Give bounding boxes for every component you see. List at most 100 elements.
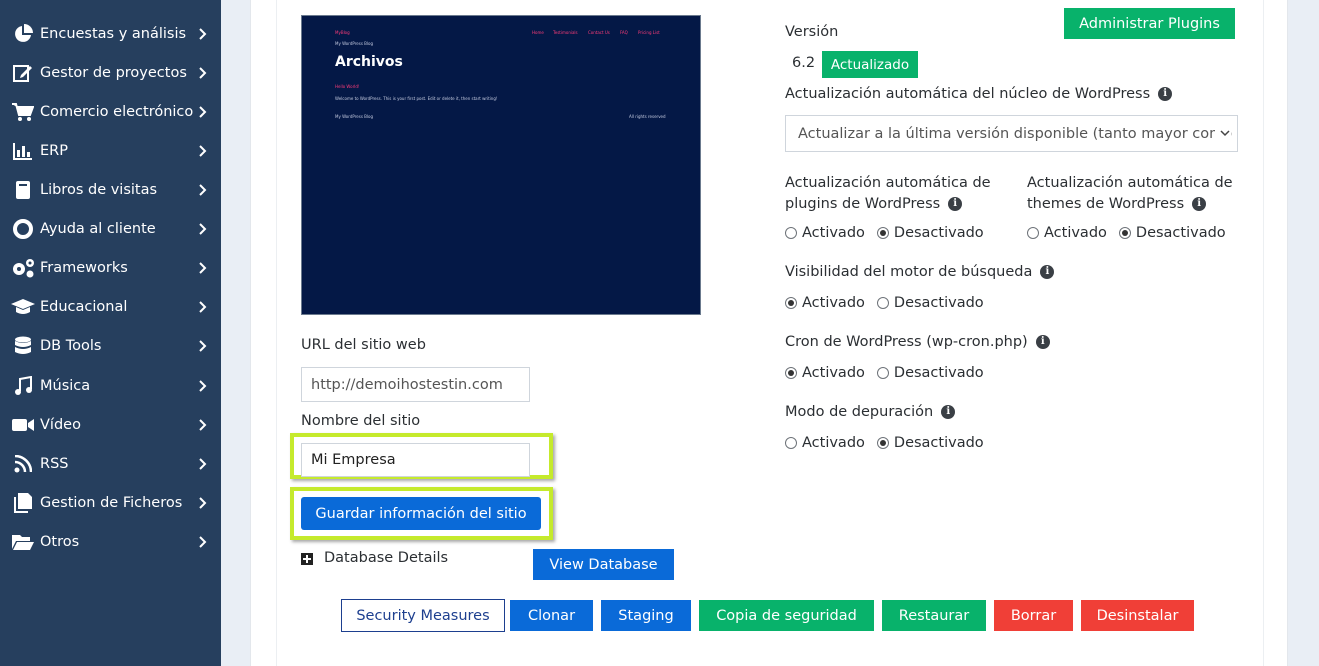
- sidebar-item-educacional[interactable]: Educacional: [0, 287, 221, 326]
- debug-radio-group: Activado Desactivado: [785, 435, 996, 451]
- search-visibility-radio-group: Activado Desactivado: [785, 295, 996, 311]
- updated-badge: Actualizado: [822, 51, 918, 78]
- core-update-selected: Actualizar a la última versión disponibl…: [798, 125, 1237, 142]
- sidebar-item-label: Otros: [40, 533, 80, 550]
- folder-icon: [10, 533, 36, 551]
- info-icon[interactable]: i: [948, 197, 963, 211]
- rss-icon: [10, 454, 36, 473]
- preview-subtitle: My WordPress Blog: [335, 41, 374, 46]
- preview-post-link: Hello World!: [335, 84, 360, 89]
- site-name-field[interactable]: [301, 443, 530, 477]
- sidebar-item-encuestas[interactable]: Encuestas y análisis: [0, 14, 221, 53]
- file-icon: [10, 492, 36, 513]
- plugins-update-off-radio[interactable]: [876, 227, 889, 239]
- search-visibility-off-radio[interactable]: [876, 297, 889, 309]
- clone-button[interactable]: Clonar: [510, 600, 593, 631]
- debug-on-radio[interactable]: [785, 437, 797, 449]
- video-icon: [10, 417, 36, 433]
- security-measures-button[interactable]: Security Measures: [341, 599, 505, 632]
- preview-welcome-text: Welcome to WordPress. This is your first…: [335, 96, 498, 101]
- themes-update-radio-group: Activado Desactivado: [1027, 225, 1238, 241]
- sidebar-item-label: Comercio electrónico: [40, 103, 194, 120]
- manage-plugins-button[interactable]: Administrar Plugins: [1064, 8, 1235, 39]
- radio-label: Desactivado: [893, 365, 984, 381]
- staging-button[interactable]: Staging: [601, 600, 691, 631]
- debug-off-radio[interactable]: [876, 437, 889, 449]
- info-icon[interactable]: i: [1035, 335, 1050, 349]
- chevron-right-icon: [199, 418, 207, 431]
- sidebar-item-musica[interactable]: Música: [0, 366, 221, 405]
- themes-update-label: Actualización automática de themes de Wo…: [1027, 173, 1233, 215]
- cron-label-row: Cron de WordPress (wp-cron.php) i: [785, 334, 1050, 350]
- radio-label: Activado: [802, 435, 865, 451]
- sidebar-item-comercio[interactable]: Comercio electrónico: [0, 92, 221, 131]
- info-icon[interactable]: i: [1158, 87, 1173, 101]
- core-update-label-row: Actualización automática del núcleo de W…: [785, 86, 1173, 102]
- sidebar-item-label: Educacional: [40, 298, 128, 315]
- gears-icon: [10, 258, 36, 278]
- plugins-update-label-line2: plugins de WordPress: [785, 196, 941, 212]
- sidebar-item-rss[interactable]: RSS: [0, 444, 221, 483]
- url-field[interactable]: [301, 367, 530, 402]
- delete-button[interactable]: Borrar: [994, 600, 1073, 631]
- info-icon[interactable]: i: [1040, 265, 1055, 279]
- cron-label: Cron de WordPress (wp-cron.php): [785, 334, 1028, 350]
- sidebar-item-label: Ayuda al cliente: [40, 220, 156, 237]
- url-label: URL del sitio web: [301, 337, 426, 353]
- preview-footer-right: All rights reserved: [629, 114, 666, 119]
- sidebar-item-label: Vídeo: [40, 416, 81, 433]
- debug-label-row: Modo de depuración i: [785, 404, 956, 420]
- sidebar-item-gestor-proyectos[interactable]: Gestor de proyectos: [0, 53, 221, 92]
- sidebar-item-ficheros[interactable]: Gestion de Ficheros: [0, 483, 221, 522]
- chevron-right-icon: [199, 144, 207, 157]
- cron-on-radio[interactable]: [785, 367, 797, 379]
- sidebar-item-label: ERP: [40, 142, 68, 159]
- sidebar-item-frameworks[interactable]: Frameworks: [0, 248, 221, 287]
- backup-button[interactable]: Copia de seguridad: [699, 600, 874, 631]
- chevron-right-icon: [199, 66, 207, 79]
- preview-nav-item: FAQ: [620, 30, 628, 35]
- sidebar-item-db-tools[interactable]: DB Tools: [0, 326, 221, 365]
- version-label: Versión: [785, 24, 839, 40]
- database-details-toggle[interactable]: Database Details: [324, 550, 448, 566]
- search-visibility-on-radio[interactable]: [785, 297, 797, 309]
- music-icon: [10, 375, 36, 396]
- themes-update-off-radio[interactable]: [1118, 227, 1131, 239]
- radio-label: Activado: [802, 295, 865, 311]
- pie-chart-icon: [10, 23, 36, 44]
- site-preview-thumbnail[interactable]: MyBlog My WordPress Blog Home Testimonia…: [301, 15, 701, 315]
- sidebar-item-otros[interactable]: Otros: [0, 522, 221, 561]
- book-icon: [10, 180, 36, 200]
- preview-brand: MyBlog: [335, 30, 350, 35]
- sidebar-item-label: Libros de visitas: [40, 181, 158, 198]
- info-icon[interactable]: i: [941, 405, 956, 419]
- cart-icon: [10, 102, 36, 122]
- themes-update-on-radio[interactable]: [1027, 227, 1039, 239]
- themes-update-label-line2: themes de WordPress: [1027, 196, 1185, 212]
- chevron-right-icon: [199, 379, 207, 392]
- search-visibility-label-row: Visibilidad del motor de búsqueda i: [785, 264, 1055, 280]
- themes-update-label-line1: Actualización automática de: [1027, 175, 1233, 191]
- plugins-update-on-radio[interactable]: [785, 227, 797, 239]
- info-icon[interactable]: i: [1192, 197, 1207, 211]
- chevron-right-icon: [199, 535, 207, 548]
- core-update-select[interactable]: Actualizar a la última versión disponibl…: [785, 115, 1238, 152]
- chevron-right-icon: [199, 183, 207, 196]
- save-site-info-button[interactable]: Guardar información del sitio: [301, 497, 541, 530]
- plugins-update-label-line1: Actualización automática de: [785, 175, 991, 191]
- sidebar-item-ayuda[interactable]: Ayuda al cliente: [0, 209, 221, 248]
- sidebar-item-video[interactable]: Vídeo: [0, 405, 221, 444]
- restore-button[interactable]: Restaurar: [882, 600, 986, 631]
- sidebar-item-erp[interactable]: ERP: [0, 131, 221, 170]
- cron-off-radio[interactable]: [876, 367, 889, 379]
- sidebar-item-libros-visitas[interactable]: Libros de visitas: [0, 170, 221, 209]
- plugins-update-label: Actualización automática de plugins de W…: [785, 173, 991, 215]
- debug-label: Modo de depuración: [785, 404, 934, 420]
- uninstall-button[interactable]: Desinstalar: [1081, 600, 1194, 631]
- graduation-cap-icon: [10, 298, 36, 316]
- radio-label: Desactivado: [893, 225, 984, 241]
- radio-label: Activado: [802, 365, 865, 381]
- expand-plus-icon[interactable]: [301, 553, 313, 565]
- radio-label: Activado: [802, 225, 865, 241]
- view-database-button[interactable]: View Database: [533, 549, 674, 580]
